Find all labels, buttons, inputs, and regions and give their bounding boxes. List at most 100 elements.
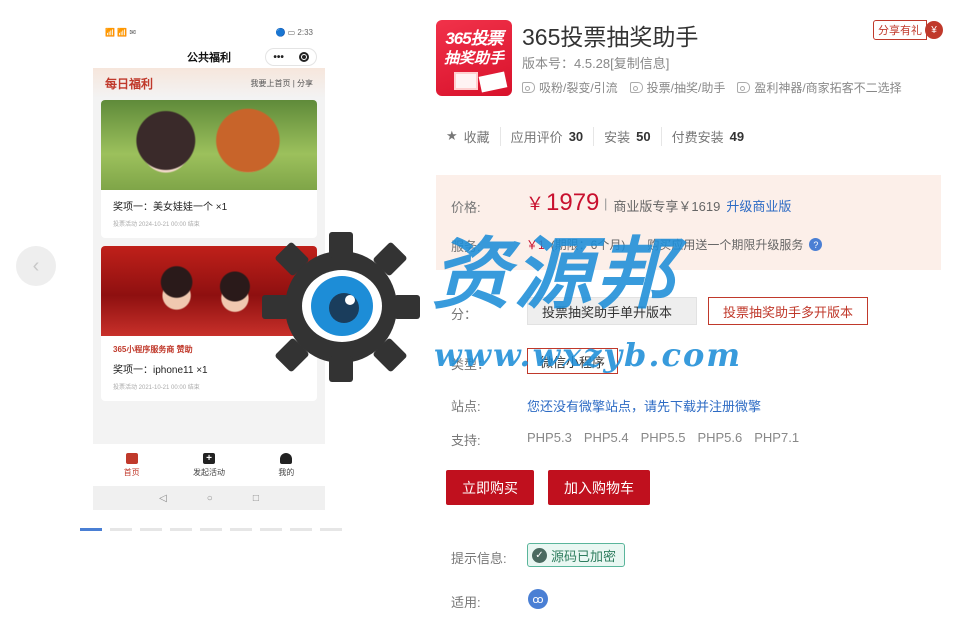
php-version: PHP5.3 bbox=[527, 430, 572, 445]
tag-item[interactable]: 投票/抽奖/助手 bbox=[629, 79, 726, 96]
recents-icon[interactable]: □ bbox=[253, 493, 259, 504]
tab-mine[interactable]: 我的 bbox=[248, 444, 325, 486]
money-bag-icon: ¥ bbox=[925, 21, 943, 39]
activity-meta: 投票活动 2024-10-21 00:00 结束 bbox=[113, 222, 200, 228]
tag-label: 投票/抽奖/助手 bbox=[646, 81, 726, 95]
mini-program-header: 公共福利 ••• bbox=[93, 46, 325, 68]
support-label: 支持: bbox=[451, 433, 481, 448]
add-to-cart-button[interactable]: 加入购物车 bbox=[548, 470, 650, 505]
rating-value: 30 bbox=[568, 128, 584, 144]
plus-icon: + bbox=[202, 452, 215, 464]
paid-install-label: 付费安装 bbox=[671, 129, 724, 145]
more-icon[interactable]: ••• bbox=[273, 52, 284, 63]
install-stat: 安装 50 bbox=[594, 126, 662, 146]
pager-dot[interactable] bbox=[320, 528, 342, 531]
check-icon: ✓ bbox=[532, 547, 547, 563]
multi-version-option[interactable]: 投票抽奖助手多开版本 bbox=[708, 297, 869, 325]
php-version: PHP5.4 bbox=[583, 430, 629, 445]
pager-dot[interactable] bbox=[140, 528, 162, 531]
pager-dot[interactable] bbox=[170, 528, 192, 531]
price-value: ￥ 1979 bbox=[526, 189, 599, 217]
chevron-left-icon[interactable]: ‹ bbox=[16, 246, 56, 286]
tag-icon bbox=[629, 82, 643, 93]
watermark-url: www.wxzyb.com bbox=[434, 336, 743, 374]
user-icon bbox=[280, 452, 293, 464]
install-label: 安装 bbox=[604, 129, 631, 145]
gift-icon bbox=[125, 452, 138, 464]
help-icon[interactable]: ? bbox=[809, 238, 823, 251]
share-reward-button[interactable]: 分享有礼 ¥ bbox=[873, 20, 943, 40]
tag-icon bbox=[522, 82, 535, 93]
share-label: 分享有礼 bbox=[873, 20, 927, 40]
pager-dot[interactable] bbox=[110, 528, 132, 531]
back-icon[interactable]: ◁ bbox=[159, 493, 167, 504]
tag-item[interactable]: 盈利神器/商家拓客不二选择 bbox=[737, 79, 902, 96]
tag-label: 盈利神器/商家拓客不二选择 bbox=[754, 81, 902, 95]
pager-dot[interactable] bbox=[290, 528, 312, 531]
site-register-link[interactable]: 您还没有微擎站点，请先下载并注册微擎 bbox=[527, 396, 761, 415]
favorite-label: 收藏 bbox=[463, 129, 490, 145]
php-version: PHP5.5 bbox=[640, 430, 686, 445]
tab-home-label: 首页 bbox=[123, 467, 140, 477]
stats-bar: ★ 收藏 应用评价 30 安装 50 付费安装 49 bbox=[436, 117, 941, 155]
star-icon: ★ bbox=[446, 128, 458, 143]
tag-item[interactable]: 吸粉/裂变/引流 bbox=[522, 79, 618, 96]
tab-create[interactable]: + 发起活动 bbox=[170, 444, 247, 486]
price-amount: 1979 bbox=[546, 189, 600, 216]
home-icon[interactable]: ○ bbox=[207, 493, 213, 504]
encrypted-badge: ✓ 源码已加密 bbox=[527, 543, 626, 567]
mini-program-icon: ꝏ bbox=[528, 589, 548, 609]
rating-label: 应用评价 bbox=[510, 129, 563, 145]
rating-stat[interactable]: 应用评价 30 bbox=[501, 126, 595, 146]
app-title: 365投票抽奖助手 bbox=[522, 24, 699, 50]
section-links[interactable]: 我要上首页 | 分享 bbox=[250, 78, 313, 89]
app-logo: 365投票 抽奖助手 bbox=[436, 20, 512, 96]
php-version-list: PHP5.3 PHP5.4 PHP5.5 PHP5.6 PHP7.1 bbox=[527, 430, 799, 445]
encrypted-text: 源码已加密 bbox=[551, 548, 617, 564]
tag-icon bbox=[737, 82, 751, 93]
price-separator: | bbox=[604, 196, 608, 211]
tag-label: 吸粉/裂变/引流 bbox=[539, 81, 618, 95]
dolls-image bbox=[101, 100, 317, 190]
version-info[interactable]: 版本号：4.5.28[复制信息] bbox=[522, 53, 669, 72]
carousel-pager[interactable] bbox=[80, 528, 342, 531]
mini-program-title: 公共福利 bbox=[187, 52, 231, 64]
gift-icon bbox=[454, 72, 478, 90]
business-price-text: 商业版专享￥1619 bbox=[613, 199, 721, 214]
signal-icon: 📶 📶 ✉ bbox=[105, 27, 137, 37]
tab-create-label: 发起活动 bbox=[192, 467, 225, 477]
pager-dot[interactable] bbox=[230, 528, 252, 531]
pager-dot[interactable] bbox=[200, 528, 222, 531]
tips-label: 提示信息: bbox=[451, 551, 507, 566]
apply-label: 适用: bbox=[451, 595, 481, 610]
close-circle-icon[interactable] bbox=[298, 52, 309, 62]
watermark-gear-eye-icon bbox=[262, 232, 420, 382]
capsule-menu[interactable]: ••• bbox=[265, 48, 317, 66]
pager-dot[interactable] bbox=[80, 528, 102, 531]
activity-card[interactable]: 奖项一：美女娃娃一个 ×1 投票活动 2024-10-21 00:00 结束 bbox=[101, 100, 317, 238]
site-label: 站点: bbox=[451, 399, 481, 414]
pager-dot[interactable] bbox=[260, 528, 282, 531]
tab-home[interactable]: 首页 bbox=[93, 444, 170, 486]
mini-tabbar: 首页 + 发起活动 我的 bbox=[93, 444, 325, 486]
paid-install-value: 49 bbox=[729, 128, 745, 144]
upgrade-link[interactable]: 升级商业版 bbox=[726, 196, 791, 215]
favorite-button[interactable]: ★ 收藏 bbox=[436, 126, 501, 146]
paid-install-stat: 付费安装 49 bbox=[662, 127, 754, 146]
price-label: 价格: bbox=[451, 200, 481, 215]
business-price: | 商业版专享￥1619 升级商业版 bbox=[604, 196, 791, 215]
logo-line2: 抽奖助手 bbox=[443, 50, 504, 67]
section-title: 每日福利 bbox=[105, 76, 154, 91]
ticket-icon bbox=[478, 71, 508, 93]
install-value: 50 bbox=[636, 128, 651, 144]
php-version: PHP5.6 bbox=[697, 430, 743, 445]
section-header: 每日福利 我要上首页 | 分享 bbox=[93, 68, 325, 98]
buy-now-button[interactable]: 立即购买 bbox=[446, 470, 534, 505]
logo-line1: 365投票 bbox=[445, 29, 503, 48]
prize-text: 奖项一：美女娃娃一个 ×1 bbox=[113, 202, 228, 213]
phone-status-bar: 📶 📶 ✉ 🔵 ▭ 2:33 bbox=[93, 18, 325, 46]
tab-mine-label: 我的 bbox=[278, 467, 295, 477]
activity-meta: 投票活动 2021-10-21 00:00 结束 bbox=[113, 385, 200, 391]
currency-symbol: ￥ bbox=[526, 194, 544, 214]
status-time: 🔵 ▭ 2:33 bbox=[275, 27, 313, 37]
